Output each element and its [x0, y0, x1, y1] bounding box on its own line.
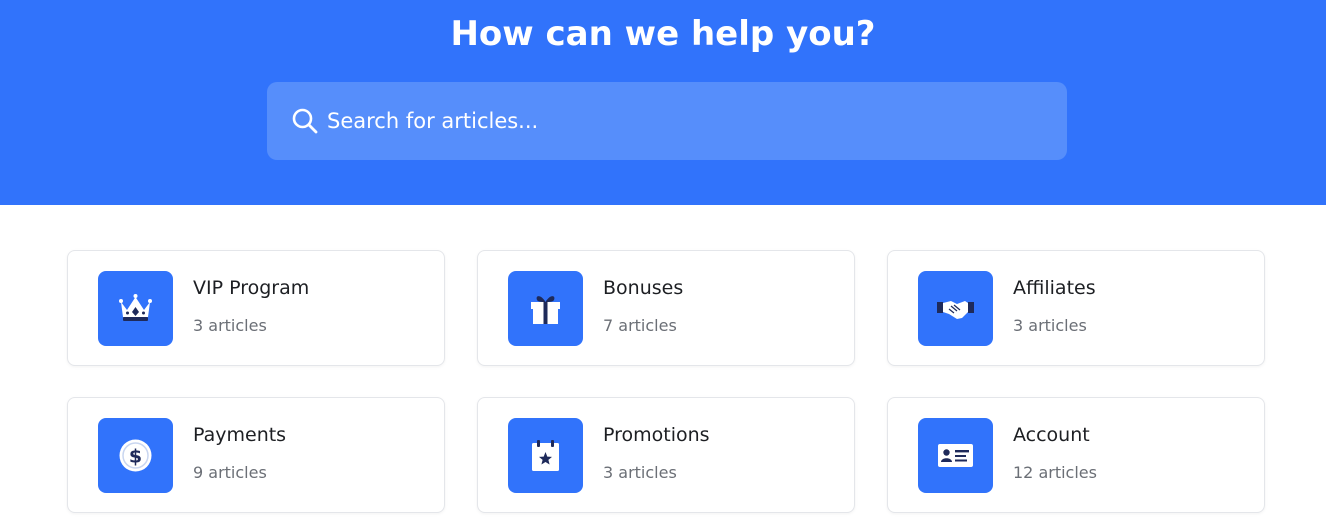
category-icon-tile — [918, 418, 993, 493]
category-card-bonuses[interactable]: Bonuses 7 articles — [477, 250, 855, 366]
search-input[interactable] — [327, 101, 1027, 141]
article-count: 3 articles — [193, 316, 267, 335]
article-count: 3 articles — [1013, 316, 1087, 335]
category-icon-tile — [98, 271, 173, 346]
dollar-coin-icon: $ — [119, 439, 152, 472]
category-title: VIP Program — [193, 277, 310, 299]
category-icon-tile — [508, 271, 583, 346]
category-card-account[interactable]: Account 12 articles — [887, 397, 1265, 513]
page-title: How can we help you? — [450, 14, 876, 54]
calendar-star-icon — [532, 440, 559, 471]
crown-icon — [119, 294, 152, 321]
article-count: 9 articles — [193, 463, 267, 482]
category-card-vip-program[interactable]: VIP Program 3 articles — [67, 250, 445, 366]
category-title: Affiliates — [1013, 277, 1096, 299]
category-title: Account — [1013, 424, 1090, 446]
category-icon-tile — [508, 418, 583, 493]
category-title: Payments — [193, 424, 287, 446]
category-card-affiliates[interactable]: Affiliates 3 articles — [887, 250, 1265, 366]
hero-banner: How can we help you? — [0, 0, 1326, 205]
svg-text:$: $ — [129, 446, 142, 468]
article-count: 7 articles — [603, 316, 677, 335]
category-icon-tile — [918, 271, 993, 346]
category-title: Bonuses — [603, 277, 684, 299]
search-box[interactable] — [267, 82, 1067, 160]
gift-icon — [531, 296, 560, 324]
category-icon-tile: $ — [98, 418, 173, 493]
search-icon — [291, 107, 319, 135]
article-count: 12 articles — [1013, 463, 1097, 482]
category-card-promotions[interactable]: Promotions 3 articles — [477, 397, 855, 513]
article-count: 3 articles — [603, 463, 677, 482]
handshake-icon — [937, 301, 974, 319]
id-card-icon — [938, 444, 973, 467]
category-card-payments[interactable]: $ Payments 9 articles — [67, 397, 445, 513]
category-title: Promotions — [603, 424, 710, 446]
